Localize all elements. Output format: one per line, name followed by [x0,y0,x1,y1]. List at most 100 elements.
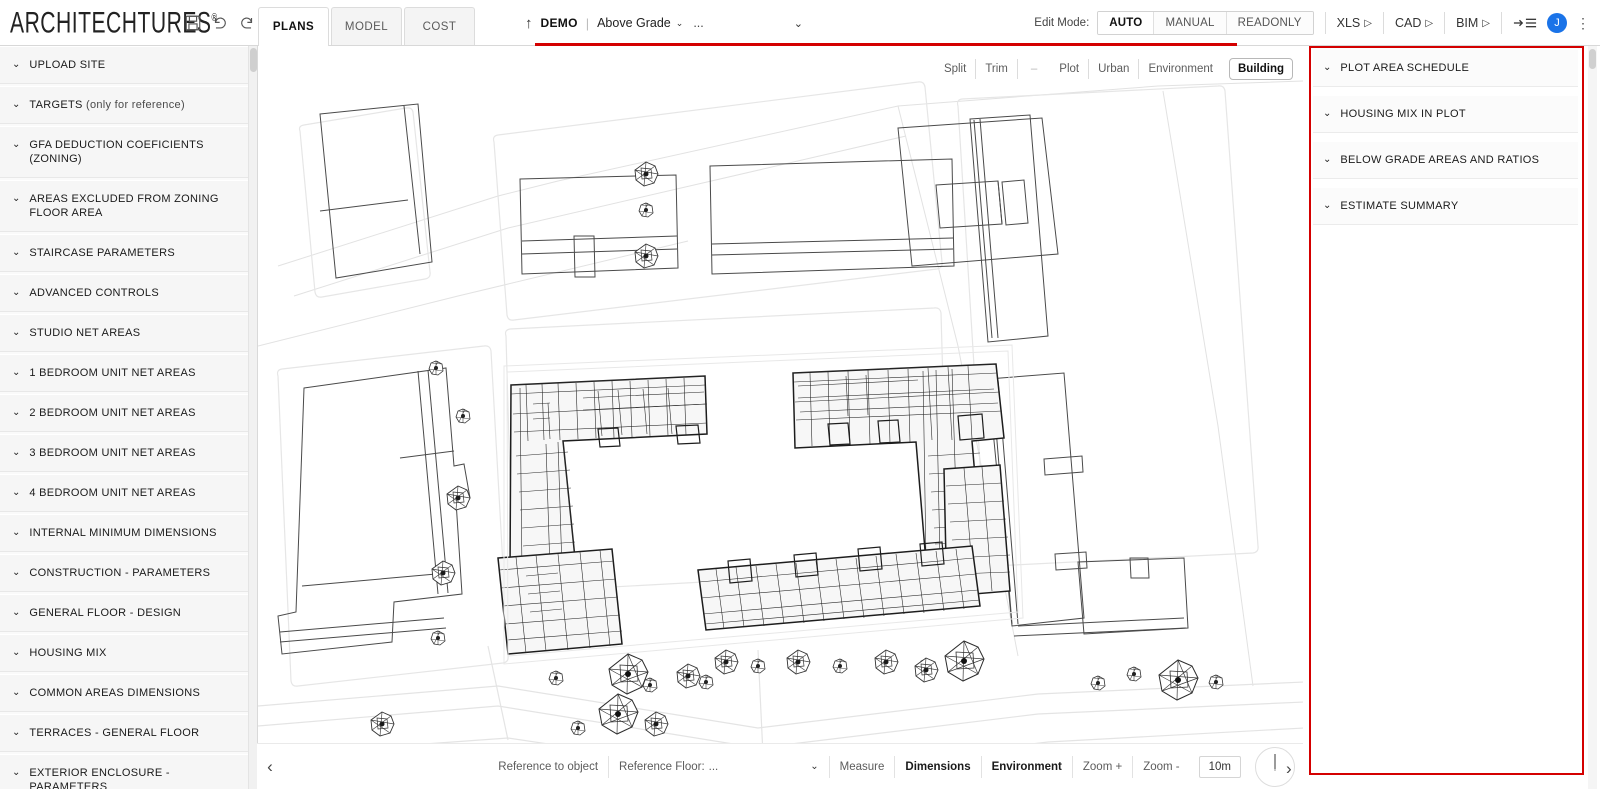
sidebar-item-2-bedroom-net-areas[interactable]: ⌄ 2 BEDROOM UNIT NET AREAS [0,394,248,432]
floor-dropdown-chevron-icon[interactable]: ⌄ [794,17,803,30]
undo-icon[interactable] [211,14,229,32]
divider [1324,12,1326,34]
avatar[interactable]: J [1547,13,1567,33]
sidebar-item-advanced-controls[interactable]: ⌄ ADVANCED CONTROLS [0,274,248,312]
panel-item-estimate-summary[interactable]: ⌄ ESTIMATE SUMMARY [1313,188,1578,225]
redo-icon[interactable] [238,14,256,32]
divider [1444,12,1446,34]
dimensions-button[interactable]: Dimensions [895,755,982,778]
sidebar-item-3-bedroom-net-areas[interactable]: ⌄ 3 BEDROOM UNIT NET AREAS [0,434,248,472]
view-dash-separator: – [1030,63,1038,75]
panel-item-below-grade-areas-and-ratios[interactable]: ⌄ BELOW GRADE AREAS AND RATIOS [1313,142,1578,179]
edit-mode-auto[interactable]: AUTO [1098,12,1155,34]
sidebar-item-label: TERRACES - GENERAL FLOOR [29,727,200,739]
tree [608,653,649,695]
reference-floor-dropdown[interactable]: Reference Floor: ... ⌄ [609,755,830,778]
more-options-icon[interactable]: ⋮ [1576,16,1590,30]
panel-item-housing-mix-in-plot[interactable]: ⌄ HOUSING MIX IN PLOT [1313,96,1578,133]
plan-canvas[interactable]: Split Trim – Plot Urban Environment Buil… [257,46,1303,789]
file-action-icons [184,14,256,32]
sidebar-scrollbar[interactable] [248,46,257,789]
left-sidebar: ⌄ UPLOAD SITE ⌄ TARGETS (only for refere… [0,46,248,789]
chevron-down-icon: ⌄ [12,607,21,618]
edit-mode-manual[interactable]: MANUAL [1154,12,1227,34]
sidebar-item-label: AREAS EXCLUDED FROM ZONING FLOOR AREA [29,193,219,219]
right-panel-scrollbar[interactable] [1588,46,1597,789]
tab-plans-label: PLANS [272,21,315,33]
sidebar-item-targets[interactable]: ⌄ TARGETS (only for reference) [0,86,248,124]
sidebar-item-1-bedroom-net-areas[interactable]: ⌄ 1 BEDROOM UNIT NET AREAS [0,354,248,392]
tree [1208,674,1224,690]
sidebar-item-4-bedroom-net-areas[interactable]: ⌄ 4 BEDROOM UNIT NET AREAS [0,474,248,512]
sidebar-item-exterior-enclosure-parameters[interactable]: ⌄ EXTERIOR ENCLOSURE - PARAMETERS [0,754,248,789]
grade-dropdown[interactable]: Above Grade ⌄ [597,16,683,30]
chevron-down-icon: ⌄ [1323,108,1332,119]
tab-plans[interactable]: PLANS [258,7,329,46]
chevron-down-icon: ⌄ [12,287,21,298]
tree [634,243,659,269]
sidebar-item-label: UPLOAD SITE [29,59,106,71]
zoom-in-button[interactable]: Zoom + [1073,755,1134,778]
edit-mode-group: AUTO MANUAL READONLY [1097,11,1314,35]
chevron-down-icon: ⌄ [12,527,21,538]
tree [914,657,939,683]
export-xls-button[interactable]: XLS ▷ [1337,16,1372,30]
export-bim-button[interactable]: BIM ▷ [1456,16,1490,30]
sidebar-item-upload-site[interactable]: ⌄ UPLOAD SITE [0,46,248,84]
sidebar-item-studio-net-areas[interactable]: ⌄ STUDIO NET AREAS [0,314,248,352]
sidebar-item-internal-minimum-dimensions[interactable]: ⌄ INTERNAL MINIMUM DIMENSIONS [0,514,248,552]
environment-button[interactable]: Environment [982,755,1073,778]
view-environment-button[interactable]: Environment [1139,59,1222,79]
tree [446,485,471,511]
sidebar-item-gfa-deduction[interactable]: ⌄ GFA DEDUCTION COEFICIENTS (ZONING) [0,126,248,178]
view-split-button[interactable]: Split [935,59,977,79]
tree [786,649,811,675]
panel-item-label: BELOW GRADE AREAS AND RATIOS [1340,154,1540,166]
chevron-down-icon: ⌄ [1323,200,1332,211]
scale-indicator[interactable]: 10m [1198,755,1241,778]
tree [455,408,471,424]
view-plot-button[interactable]: Plot [1050,59,1090,79]
panel-item-label: PLOT AREA SCHEDULE [1340,62,1470,74]
view-trim-button[interactable]: Trim [976,59,1018,79]
right-panel-scrollbar-thumb[interactable] [1589,49,1596,69]
panel-item-plot-area-schedule[interactable]: ⌄ PLOT AREA SCHEDULE [1313,50,1578,87]
chevron-down-icon: ⌄ [1323,62,1332,73]
sidebar-item-common-areas-dimensions[interactable]: ⌄ COMMON AREAS DIMENSIONS [0,674,248,712]
prev-floor-button[interactable]: ‹ [257,757,283,777]
collapse-panel-icon[interactable] [1513,15,1537,31]
project-ellipsis[interactable]: ... [693,16,703,30]
tab-model[interactable]: MODEL [331,7,402,45]
panel-item-label: HOUSING MIX IN PLOT [1340,108,1466,120]
reference-to-object-button[interactable]: Reference to object [488,755,610,778]
sidebar-scrollbar-thumb[interactable] [250,48,257,72]
sidebar-item-terraces-general-floor[interactable]: ⌄ TERRACES - GENERAL FLOOR [0,714,248,752]
measure-button[interactable]: Measure [830,755,896,778]
zoom-out-button[interactable]: Zoom - [1133,756,1189,778]
export-cad-button[interactable]: CAD ▷ [1395,16,1433,30]
sidebar-item-label: STAIRCASE PARAMETERS [29,247,175,259]
view-urban-button[interactable]: Urban [1089,59,1140,79]
next-floor-button[interactable]: › [1286,759,1292,779]
tab-cost[interactable]: COST [404,7,475,45]
chevron-down-icon: ⌄ [675,17,684,28]
sidebar-item-housing-mix[interactable]: ⌄ HOUSING MIX [0,634,248,672]
export-cad-label: CAD [1394,16,1422,30]
sidebar-item-general-floor-design[interactable]: ⌄ GENERAL FLOOR - DESIGN [0,594,248,632]
view-mode-toolbar: Split Trim – Plot Urban Environment Buil… [935,58,1293,80]
edit-mode-readonly[interactable]: READONLY [1226,12,1313,34]
edit-mode-manual-label: MANUAL [1165,17,1215,29]
chevron-down-icon: ⌄ [12,59,21,70]
tree [874,649,899,675]
sidebar-item-areas-excluded[interactable]: ⌄ AREAS EXCLUDED FROM ZONING FLOOR AREA [0,180,248,232]
save-icon[interactable] [184,14,202,32]
tree [676,663,701,689]
edit-mode-auto-label: AUTO [1109,17,1143,29]
upload-arrow-icon[interactable]: ↑ [525,16,533,31]
compass-needle [1274,753,1276,769]
view-building-button[interactable]: Building [1229,58,1293,80]
sidebar-item-construction-parameters[interactable]: ⌄ CONSTRUCTION - PARAMETERS [0,554,248,592]
sidebar-item-staircase-parameters[interactable]: ⌄ STAIRCASE PARAMETERS [0,234,248,272]
chevron-down-icon: ⌄ [12,407,21,418]
chevron-down-icon: ⌄ [12,447,21,458]
